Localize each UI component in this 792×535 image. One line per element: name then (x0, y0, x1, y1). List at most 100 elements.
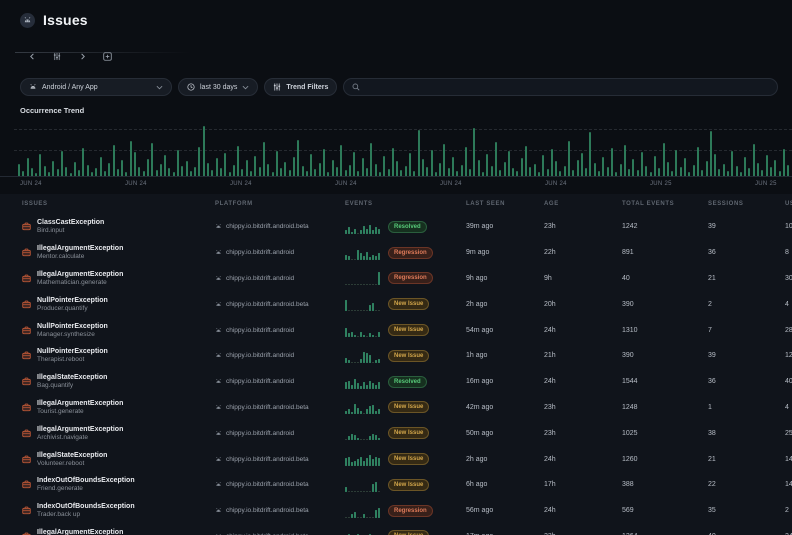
sparkline-bar (378, 272, 380, 286)
status-badge: Regression (388, 272, 433, 284)
issue-row[interactable]: NullPointerExceptionManager.synthesizech… (0, 317, 792, 343)
issue-row[interactable]: IllegalArgumentExceptionTourist.generate… (0, 395, 792, 421)
sparkline-bar (348, 457, 350, 466)
trend-bar (229, 172, 231, 176)
issue-row[interactable]: IllegalStateExceptionBag.quantifychippy.… (0, 369, 792, 395)
issue-row[interactable]: NullPointerExceptionTherapist.rebootchip… (0, 343, 792, 369)
trend-bar (383, 156, 385, 176)
trend-filters-button[interactable]: Trend Filters (264, 78, 337, 96)
trend-bar (241, 169, 243, 176)
sparkline-bar (363, 310, 365, 311)
trend-bar (211, 170, 213, 176)
last-seen-cell: 42m ago (466, 404, 544, 411)
sparkline-bar (348, 333, 350, 337)
trend-bar (645, 166, 647, 176)
trend-bar (254, 156, 256, 176)
sparkline-bar (375, 310, 377, 311)
column-header-platform[interactable]: Platform (215, 201, 345, 207)
sparkline-bar (360, 359, 362, 363)
x-tick-label: JUN 24 (545, 181, 567, 187)
app-selector-dropdown[interactable]: Android / Any App (20, 78, 172, 96)
trend-bar (624, 145, 626, 176)
issue-subtitle: Mathematician.generate (37, 279, 123, 287)
column-header-last-seen[interactable]: Last Seen (466, 201, 544, 207)
sparkline-bar (375, 385, 377, 389)
age-cell: 23h (544, 223, 622, 230)
trend-bar (250, 171, 252, 176)
trend-bar (207, 163, 209, 176)
trend-bar (431, 150, 433, 176)
next-page-button[interactable] (74, 48, 90, 64)
sparkline-bar (369, 491, 371, 492)
issue-row[interactable]: IllegalStateExceptionVolunteer.rebootchi… (0, 446, 792, 472)
status-badge: Resolved (388, 376, 427, 388)
sparkline-bar (345, 517, 347, 518)
trend-bar (82, 148, 84, 176)
trend-bar (121, 160, 123, 176)
status-badge: New Issue (388, 427, 429, 439)
issue-cell: IllegalArgumentExceptionTourist.generate (0, 399, 215, 416)
column-header-issues[interactable]: Issues (0, 201, 215, 207)
sparkline-bar (354, 362, 356, 363)
platform-cell: chippy.io.bitdrift.android.beta (215, 301, 345, 308)
sparkline-bar (369, 406, 371, 414)
trend-bar (680, 167, 682, 176)
status-badge: New Issue (388, 298, 429, 310)
trend-bar (52, 161, 54, 176)
issue-row[interactable]: IllegalArgumentExceptionMentor.calculate… (0, 240, 792, 266)
status-badge: Resolved (388, 221, 427, 233)
search-input[interactable] (365, 84, 769, 91)
x-tick-label: JUN 24 (230, 181, 252, 187)
issue-briefcase-icon (22, 326, 31, 335)
issue-row[interactable]: IllegalArgumentExceptionArchivist.naviga… (0, 420, 792, 446)
trend-bar (779, 171, 781, 176)
trend-bar (61, 151, 63, 176)
time-range-dropdown[interactable]: last 30 days (178, 78, 258, 96)
events-sparkline (345, 220, 382, 234)
last-seen-cell: 9m ago (466, 249, 544, 256)
sparkline-bar (369, 257, 371, 259)
trend-bar (332, 160, 334, 176)
issue-row[interactable]: IndexOutOfBoundsExceptionTrader.back upc… (0, 498, 792, 524)
trend-bar (547, 169, 549, 176)
sparkline-bar (360, 253, 362, 260)
trend-bar (78, 170, 80, 176)
sparkline-bar (345, 439, 347, 440)
issue-row[interactable]: NullPointerExceptionProducer.quantifychi… (0, 291, 792, 317)
trend-bar (48, 172, 50, 176)
trend-bar (125, 172, 127, 176)
trend-bar (572, 170, 574, 176)
issue-row[interactable]: ClassCastExceptionBird.inputchippy.io.bi… (0, 214, 792, 240)
sparkline-bar (345, 382, 347, 389)
last-seen-cell: 9h ago (466, 275, 544, 282)
sparkline-bar (345, 255, 347, 260)
trend-bar (577, 160, 579, 176)
trend-bar (766, 155, 768, 176)
sparkline-bar (345, 458, 347, 466)
sparkline-bar (354, 259, 356, 260)
column-header-events[interactable]: Events (345, 201, 466, 207)
trend-bar (542, 155, 544, 176)
trend-bar (134, 152, 136, 176)
sparkline-bar (378, 409, 380, 414)
issue-row[interactable]: IllegalArgumentExceptionMathematician.ge… (0, 266, 792, 292)
column-header-total-events[interactable]: Total Events (622, 201, 708, 207)
prev-page-button[interactable] (24, 48, 40, 64)
age-cell: 22h (544, 249, 622, 256)
issue-row[interactable]: IndexOutOfBoundsExceptionFriend.generate… (0, 472, 792, 498)
trend-bar (469, 169, 471, 176)
trend-bar (91, 172, 93, 176)
sparkline-bar (378, 229, 380, 234)
add-view-button[interactable] (99, 48, 115, 64)
column-header-sessions[interactable]: Sessions (708, 201, 785, 207)
sparkline-bar (372, 335, 374, 337)
column-header-age[interactable]: Age (544, 201, 622, 207)
filter-sliders-icon[interactable] (49, 48, 65, 64)
platform-cell: chippy.io.bitdrift.android (215, 249, 345, 256)
issue-row[interactable]: IllegalArgumentExceptionCastle.back upch… (0, 524, 792, 535)
column-header-users[interactable]: Users (785, 201, 792, 207)
trend-bar (671, 171, 673, 176)
sparkline-bar (351, 310, 353, 311)
sparkline-bar (363, 335, 365, 337)
trend-bar (478, 160, 480, 176)
